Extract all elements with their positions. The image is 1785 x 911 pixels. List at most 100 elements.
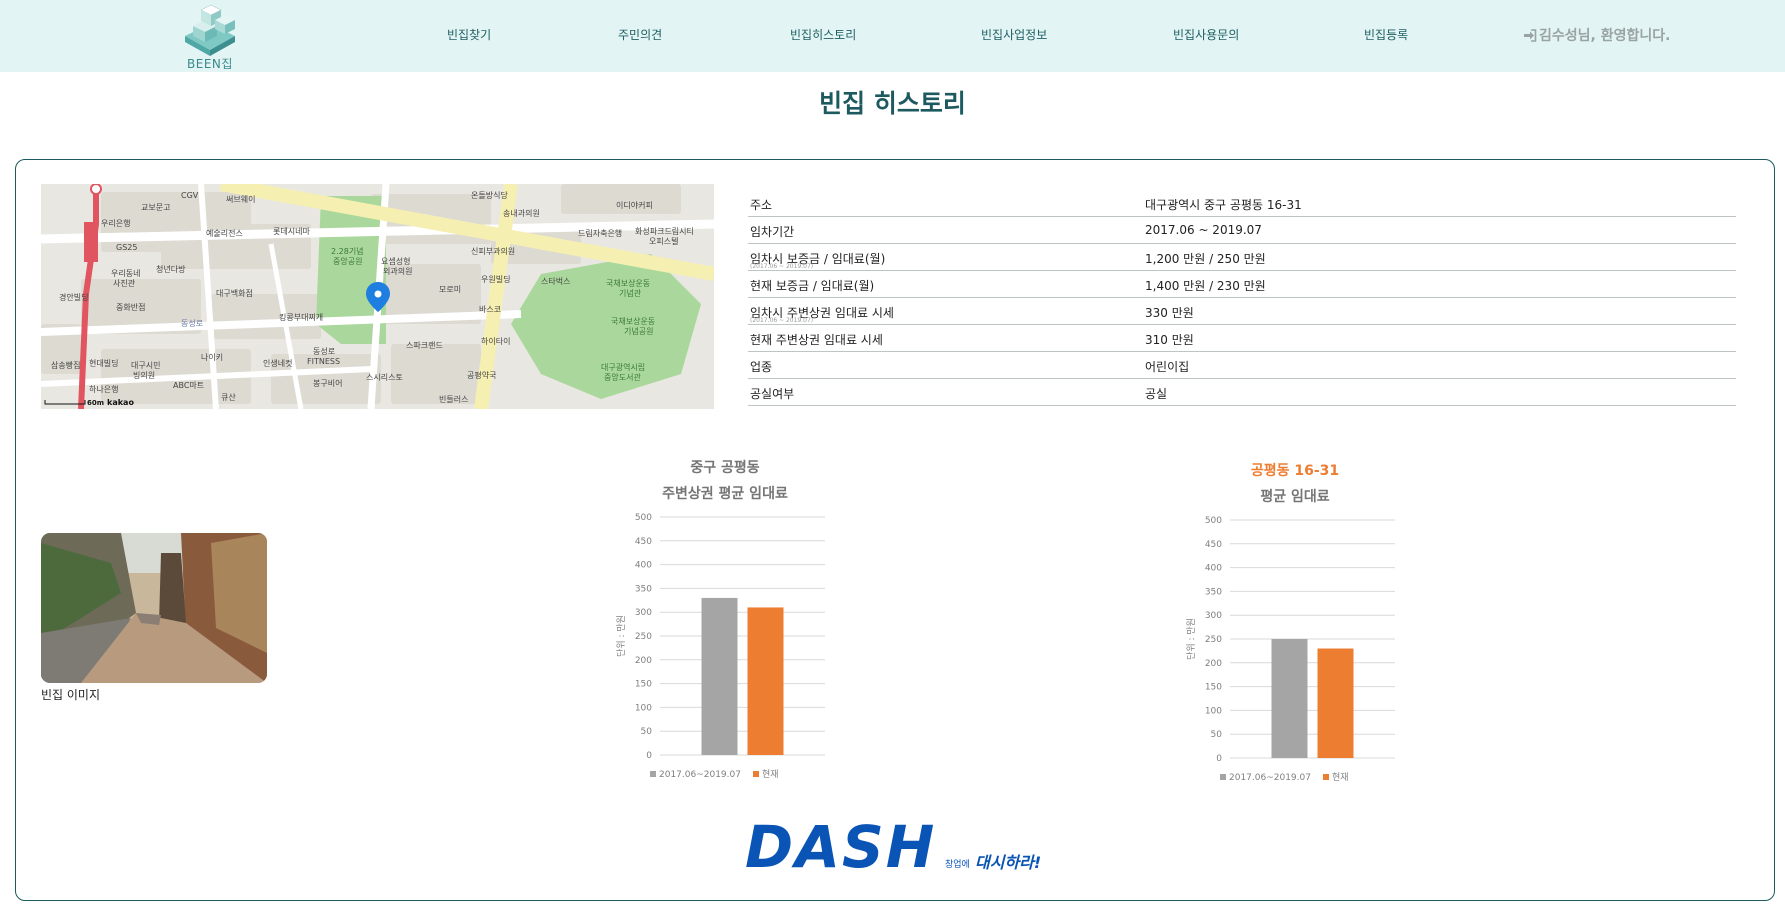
empty-house-photo[interactable]: [41, 533, 267, 683]
legend-label: 현재: [1332, 772, 1349, 783]
photo-caption: 빈집 이미지: [41, 688, 101, 702]
y-tick-label: 250: [635, 632, 652, 642]
info-value: 어린이집: [1145, 360, 1190, 374]
svg-text:현대빌딩: 현대빌딩: [89, 358, 118, 368]
svg-text:사진관: 사진관: [113, 278, 136, 288]
svg-text:이디야커피: 이디야커피: [616, 200, 653, 210]
y-tick-label: 450: [1205, 540, 1222, 550]
y-tick-label: 100: [1205, 706, 1222, 716]
svg-text:중앙도서관: 중앙도서관: [604, 372, 641, 382]
svg-text:기념관: 기념관: [619, 288, 642, 298]
svg-text:스타벅스: 스타벅스: [541, 276, 570, 286]
bar-past: [701, 597, 738, 755]
y-tick-label: 500: [635, 513, 652, 523]
svg-text:드림자축은행: 드림자축은행: [578, 228, 622, 238]
info-row-business-type: 업종 어린이집: [748, 352, 1736, 379]
welcome-text: 김수성님, 환영합니다.: [1539, 28, 1671, 44]
svg-text:대구백화점: 대구백화점: [216, 288, 253, 298]
info-row-current-area-rent: 현재 주변상권 임대료 시세 310 만원: [748, 325, 1736, 352]
y-tick-label: 50: [1211, 730, 1223, 740]
info-value: 330 만원: [1145, 306, 1194, 320]
svg-text:요셉성형: 요셉성형: [381, 256, 410, 266]
y-tick-label: 300: [1205, 611, 1222, 621]
info-sublabel: (2017.06 ~ 2019.07): [750, 263, 814, 270]
svg-text:빙의원: 빙의원: [133, 370, 155, 380]
kakao-map[interactable]: CGV 써브웨이 온돌방식당 이디야커피 우리은행 교보문고 송내과의원 GS2…: [41, 184, 714, 409]
info-row-past-deposit-rent: 임차시 보증금 / 임대료(월) (2017.06 ~ 2019.07) 1,2…: [748, 244, 1736, 271]
y-tick-label: 200: [1205, 659, 1222, 669]
chart-plot: 0 50 100 150 200 250 300 350 400 450 500 단위 : 만원 201…: [616, 513, 825, 780]
nav-project-info[interactable]: 빈집사업정보: [981, 26, 1047, 43]
dash-logo[interactable]: DASH 창업에 대시하라!: [745, 813, 1041, 881]
legend-swatch: [1220, 774, 1226, 780]
info-value: 1,400 만원 / 230 만원: [1145, 279, 1266, 293]
y-tick-label: 0: [646, 751, 652, 761]
svg-text:공평약국: 공평약국: [467, 370, 496, 380]
svg-text:빈들러스: 빈들러스: [439, 395, 468, 404]
svg-text:외과의원: 외과의원: [383, 266, 412, 276]
info-label: 공실여부: [750, 387, 795, 401]
svg-text:화성파크드림시티: 화성파크드림시티: [635, 226, 694, 236]
svg-text:스시리스토: 스시리스토: [366, 373, 403, 382]
info-label: 현재 보증금 / 임대료(월): [750, 279, 875, 293]
y-tick-label: 350: [635, 584, 652, 594]
sign-in-icon: [1524, 28, 1537, 42]
svg-text:우리동네: 우리동네: [111, 269, 140, 278]
alley-photo-image: [41, 533, 267, 683]
nav-resident-opinion[interactable]: 주민의견: [618, 26, 662, 43]
info-value: 1,200 만원 / 250 만원: [1145, 252, 1266, 266]
legend-label: 2017.06~2019.07: [659, 770, 741, 780]
y-tick-label: 500: [1205, 516, 1222, 526]
info-value: 2017.06 ~ 2019.07: [1145, 223, 1262, 237]
map-canvas[interactable]: CGV 써브웨이 온돌방식당 이디야커피 우리은행 교보문고 송내과의원 GS2…: [41, 184, 714, 409]
logo-text: BEEN집: [187, 57, 233, 71]
svg-text:FITNESS: FITNESS: [307, 357, 340, 366]
svg-text:써브웨이: 써브웨이: [226, 194, 255, 204]
svg-text:청년다방: 청년다방: [156, 264, 186, 274]
nav-register-house[interactable]: 빈집등록: [1364, 26, 1408, 43]
svg-text:송내과의원: 송내과의원: [503, 208, 540, 218]
page-title: 빈집 히스토리: [819, 89, 966, 118]
house-info-table: 주소 대구광역시 중구 공평동 16-31 임차기간 2017.06 ~ 201…: [748, 190, 1736, 406]
dash-slogan-large: 대시하라!: [975, 853, 1042, 872]
y-tick-label: 450: [635, 537, 652, 547]
y-tick-label: 100: [635, 703, 652, 713]
info-label: 임차기간: [750, 225, 795, 239]
svg-text:온돌방식당: 온돌방식당: [471, 190, 508, 200]
svg-text:봉구비어: 봉구비어: [313, 378, 342, 388]
svg-text:우원빌딩: 우원빌딩: [481, 274, 510, 284]
nav-find-empty-house[interactable]: 빈집찾기: [447, 26, 491, 43]
y-axis-label: 단위 : 만원: [1186, 618, 1197, 660]
svg-text:기념공원: 기념공원: [624, 327, 653, 336]
nav-usage-inquiry[interactable]: 빈집사용문의: [1173, 26, 1239, 43]
info-row-past-area-rent: 임차시 주변상권 임대료 시세 (2017.06 ~ 2019.07) 330 …: [748, 298, 1736, 325]
svg-text:하나은행: 하나은행: [89, 384, 118, 394]
y-tick-label: 150: [1205, 683, 1222, 693]
info-row-address: 주소 대구광역시 중구 공평동 16-31: [748, 190, 1736, 217]
svg-text:인생네컷: 인생네컷: [263, 358, 292, 368]
svg-text:대구시민: 대구시민: [131, 360, 160, 370]
legend-label: 현재: [762, 769, 779, 780]
bar-current: [1317, 648, 1354, 758]
svg-text:GS25: GS25: [116, 243, 137, 252]
dash-logo-text: DASH: [745, 813, 937, 881]
map-brand: kakao: [107, 398, 134, 407]
svg-text:CGV: CGV: [181, 191, 199, 200]
nav-empty-house-history[interactable]: 빈집히스토리: [790, 26, 856, 43]
info-value: 310 만원: [1145, 333, 1194, 347]
svg-text:교보문고: 교보문고: [141, 203, 170, 212]
y-tick-label: 400: [1205, 564, 1222, 574]
info-label: 업종: [750, 360, 773, 374]
y-tick-label: 0: [1216, 754, 1222, 764]
y-tick-label: 300: [635, 608, 652, 618]
y-tick-label: 50: [641, 727, 653, 737]
house-cubes-icon: [185, 4, 235, 56]
y-tick-label: 350: [1205, 587, 1222, 597]
svg-text:2.28기념: 2.28기념: [331, 247, 364, 256]
welcome-message[interactable]: 김수성님, 환영합니다.: [1523, 25, 1670, 45]
dash-slogan-small: 창업에: [945, 860, 970, 870]
y-tick-label: 400: [635, 561, 652, 571]
svg-text:동성로: 동성로: [313, 347, 335, 356]
svg-text:삼송빵집: 삼송빵집: [51, 360, 80, 370]
bar-current: [747, 607, 784, 755]
